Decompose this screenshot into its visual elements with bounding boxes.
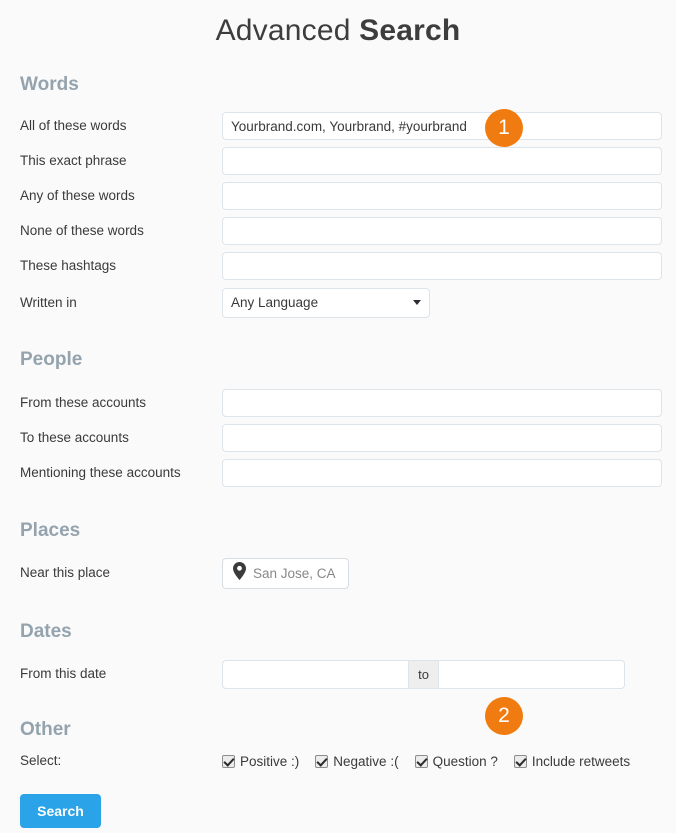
section-heading-dates: Dates [20,621,72,642]
input-date-to[interactable] [439,660,625,689]
row-these-hashtags: These hashtags [0,252,676,280]
label-none-of-these-words: None of these words [20,222,144,238]
checkbox-label-question: Question ? [432,753,498,769]
input-mentioning-these-accounts[interactable] [222,459,662,487]
section-heading-people: People [20,349,83,370]
checkbox-item-positive[interactable]: Positive :) [222,754,299,769]
label-any-of-these-words: Any of these words [20,187,135,203]
checkbox-group-other: Positive :) Negative :( Question ? Inclu… [222,754,646,769]
checkbox-item-question[interactable]: Question ? [414,753,498,769]
label-from-this-date: From this date [20,666,107,682]
checkbox-label-negative: Negative :( [333,753,399,769]
checkbox-label-positive: Positive :) [240,753,300,769]
input-none-of-these-words[interactable] [222,217,662,245]
page-title-normal: Advanced [215,14,351,47]
input-any-of-these-words[interactable] [222,182,662,210]
page-title: Advanced Search [0,0,676,48]
row-this-exact-phrase: This exact phrase [0,147,676,175]
search-button[interactable]: Search [20,794,101,829]
callout-badge-1: 1 [485,109,523,147]
label-to-these-accounts: To these accounts [20,429,129,445]
label-from-these-accounts: From these accounts [20,394,147,410]
date-range-separator: to [408,660,439,689]
advanced-search-page: Advanced Search Words All of these words… [0,0,676,833]
section-heading-places: Places [20,520,81,541]
row-mentioning-these-accounts: Mentioning these accounts [0,459,676,487]
checkbox-question[interactable] [414,754,428,768]
label-these-hashtags: These hashtags [20,257,117,273]
row-any-of-these-words: Any of these words [0,182,676,210]
checkbox-label-include-retweets: Include retweets [531,753,631,769]
checkbox-item-include-retweets[interactable]: Include retweets [513,753,631,769]
input-these-hashtags[interactable] [222,252,662,280]
callout-badge-2: 2 [485,697,523,735]
label-all-of-these-words: All of these words [20,117,127,133]
date-range-group: to [222,660,625,689]
label-mentioning-these-accounts: Mentioning these accounts [20,464,181,480]
input-all-of-these-words[interactable] [222,112,662,140]
page-title-bold: Search [359,14,461,47]
label-select: Select: [20,753,62,768]
input-this-exact-phrase[interactable] [222,147,662,175]
row-to-these-accounts: To these accounts [0,424,676,452]
map-pin-icon [233,562,246,585]
row-other-select: Select: Positive :) Negative :( Question… [0,753,676,769]
row-written-in: Written in Any Language [0,288,676,318]
checkbox-include-retweets[interactable] [513,754,527,768]
section-heading-words: Words [20,74,79,95]
input-from-these-accounts[interactable] [222,389,662,417]
label-written-in: Written in [20,294,77,310]
input-date-from[interactable] [222,660,408,689]
chevron-down-icon [413,300,421,305]
section-heading-other: Other [20,719,71,740]
label-near-this-place: Near this place [20,565,111,581]
near-this-place-value: San Jose, CA [253,566,336,581]
row-none-of-these-words: None of these words [0,217,676,245]
select-language[interactable]: Any Language [222,288,430,318]
row-from-these-accounts: From these accounts [0,389,676,417]
row-from-this-date: From this date to [0,660,676,689]
input-to-these-accounts[interactable] [222,424,662,452]
checkbox-item-negative[interactable]: Negative :( [315,753,399,769]
row-all-of-these-words: All of these words [0,112,676,140]
select-language-value: Any Language [222,288,430,318]
checkbox-negative[interactable] [315,754,329,768]
row-near-this-place: Near this place San Jose, CA [0,558,676,589]
checkbox-positive[interactable] [222,754,235,768]
label-this-exact-phrase: This exact phrase [20,152,127,168]
input-near-this-place[interactable]: San Jose, CA [222,558,349,589]
